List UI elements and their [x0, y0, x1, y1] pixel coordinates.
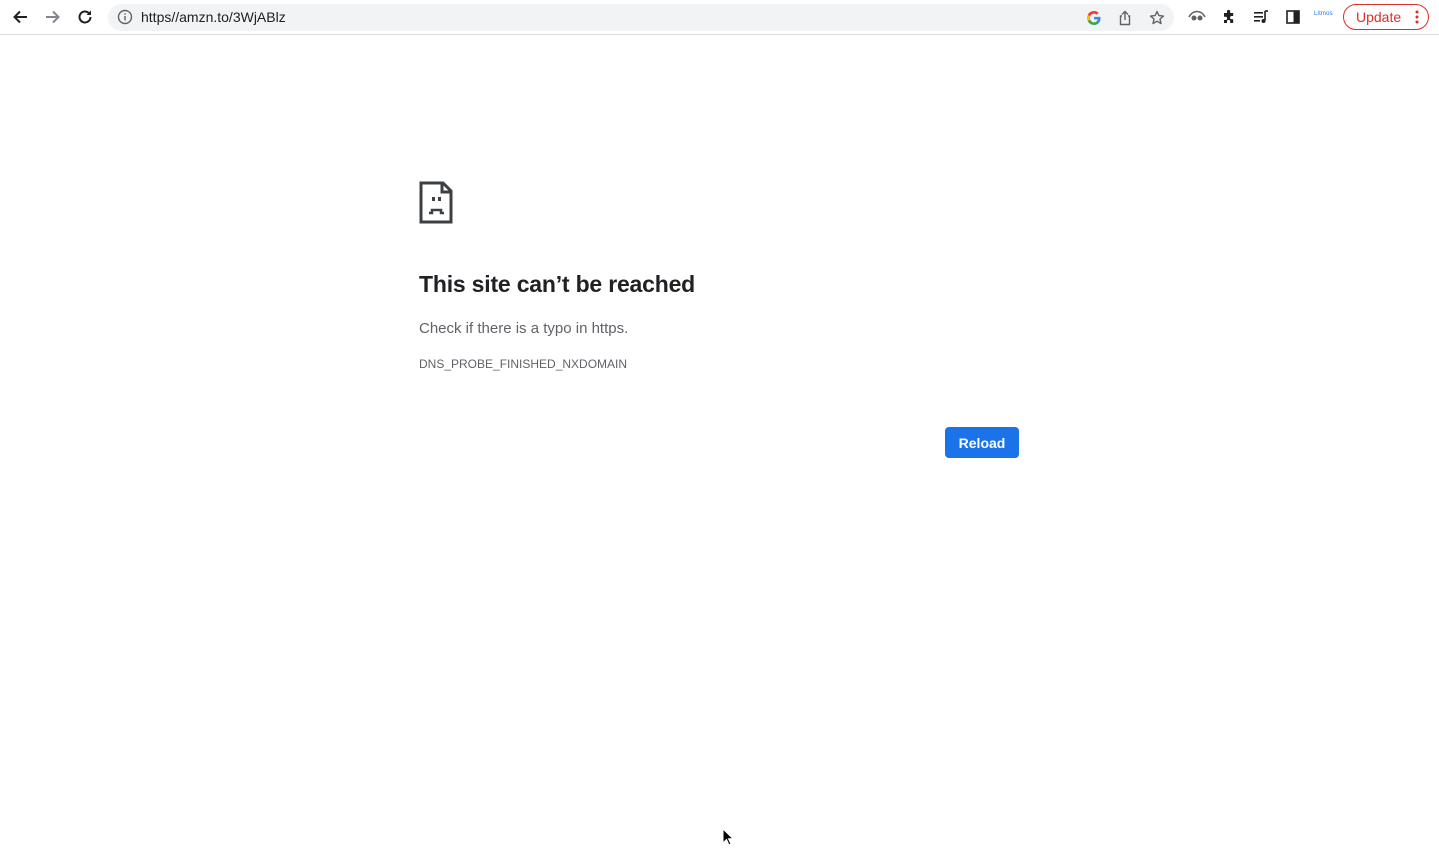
puzzle-icon[interactable]	[1217, 5, 1241, 29]
error-code: DNS_PROBE_FINISHED_NXDOMAIN	[419, 357, 628, 371]
media-queue-icon[interactable]	[1249, 5, 1273, 29]
mouse-cursor-icon	[722, 828, 734, 846]
reload-button[interactable]: Reload	[945, 427, 1019, 458]
share-icon[interactable]	[1113, 6, 1137, 30]
url-text[interactable]: https//amzn.to/3WjABlz	[141, 9, 286, 26]
forward-arrow-icon[interactable]	[41, 5, 65, 29]
back-arrow-icon[interactable]	[8, 5, 32, 29]
browser-toolbar: https//amzn.to/3WjABlz Litmos Update	[0, 0, 1439, 35]
error-title: This site can’t be reached	[419, 271, 696, 297]
side-panel-icon[interactable]	[1281, 5, 1305, 29]
address-bar[interactable]: https//amzn.to/3WjABlz	[108, 4, 1174, 31]
star-icon[interactable]	[1145, 6, 1169, 30]
google-icon[interactable]	[1082, 6, 1106, 30]
extension-eye-icon[interactable]	[1185, 5, 1209, 29]
more-vert-icon	[1415, 10, 1419, 24]
update-button[interactable]: Update	[1343, 4, 1429, 30]
info-icon[interactable]	[117, 9, 133, 25]
error-subtitle: Check if there is a typo in https.	[419, 320, 629, 337]
sad-page-icon	[419, 181, 453, 224]
reload-icon[interactable]	[73, 5, 97, 29]
litmos-extension-icon[interactable]: Litmos	[1314, 11, 1333, 17]
update-label: Update	[1356, 9, 1402, 25]
